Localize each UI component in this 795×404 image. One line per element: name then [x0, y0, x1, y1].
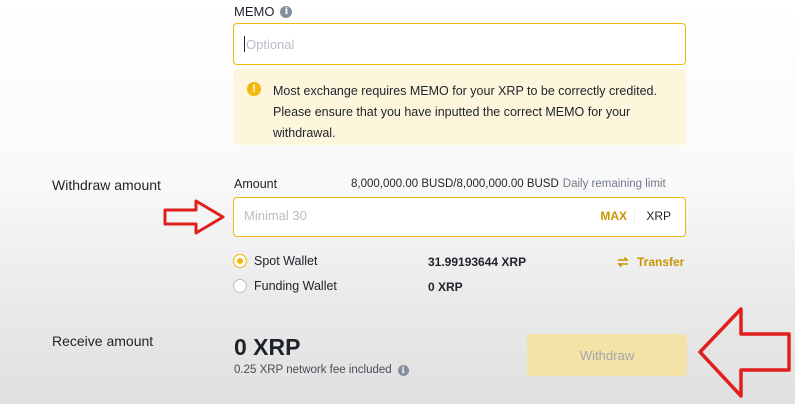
receive-amount-value: 0 XRP [234, 334, 301, 360]
radio-checked-icon[interactable] [233, 254, 247, 268]
memo-field[interactable] [233, 23, 686, 65]
memo-input[interactable] [246, 36, 666, 52]
info-icon[interactable]: i [280, 5, 293, 18]
divider [634, 210, 635, 224]
wallet-option-spot[interactable]: Spot Wallet [233, 254, 317, 268]
amount-input[interactable] [244, 208, 544, 223]
memo-warning: ! Most exchange requires MEMO for your X… [233, 69, 686, 145]
amount-field-label: Amount [234, 177, 278, 191]
wallet-label: Funding Wallet [254, 279, 337, 293]
amount-field[interactable]: MAX XRP [233, 197, 686, 237]
wallet-balance: 0 XRP [428, 280, 463, 294]
transfer-link[interactable]: Transfer [617, 255, 684, 269]
memo-label-text: MEMO [234, 4, 275, 19]
radio-unchecked-icon[interactable] [233, 279, 247, 293]
warning-icon: ! [247, 82, 261, 96]
withdraw-amount-label: Withdraw amount [52, 177, 161, 193]
receive-amount-label: Receive amount [52, 333, 154, 349]
daily-limit-value: 8,000,000.00 BUSD/8,000,000.00 BUSD [351, 178, 559, 190]
network-fee-note: 0.25 XRP network fee included i [234, 364, 409, 376]
daily-limit: 8,000,000.00 BUSD/8,000,000.00 BUSD Daily… [351, 178, 666, 190]
annotation-arrow-left-icon [698, 307, 791, 398]
annotation-arrow-right-icon [163, 199, 225, 235]
max-button[interactable]: MAX [600, 209, 627, 223]
network-fee-text: 0.25 XRP network fee included [234, 364, 392, 376]
withdraw-button[interactable]: Withdraw [527, 334, 687, 376]
info-icon[interactable]: i [397, 364, 409, 376]
memo-label: MEMO i [234, 4, 293, 19]
daily-limit-caption: Daily remaining limit [562, 178, 666, 190]
wallet-label: Spot Wallet [254, 254, 318, 268]
wallet-balance: 31.99193644 XRP [428, 255, 527, 269]
transfer-arrows-icon [617, 256, 629, 268]
memo-warning-text: Most exchange requires MEMO for your XRP… [273, 84, 657, 140]
transfer-label: Transfer [637, 255, 685, 269]
redaction-patch [400, 208, 422, 228]
text-caret [244, 36, 245, 52]
wallet-option-funding[interactable]: Funding Wallet [233, 279, 337, 293]
coin-unit: XRP [646, 209, 671, 223]
